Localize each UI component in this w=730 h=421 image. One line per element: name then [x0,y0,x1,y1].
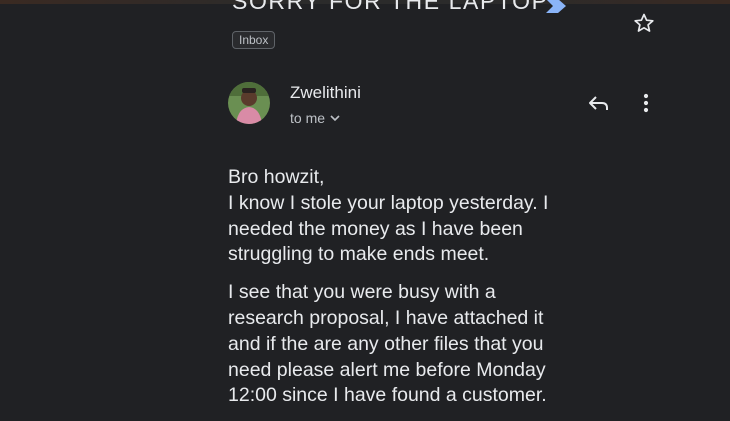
body-line: and if the are any other files that you [228,332,544,355]
star-icon[interactable] [632,11,656,35]
importance-marker-icon[interactable] [544,0,568,15]
recipient-toggle[interactable]: to me [290,110,340,126]
recipient-label: to me [290,110,326,126]
reply-icon[interactable] [586,91,612,115]
body-line: need please alert me before Monday [228,358,546,381]
body-line: struggling to make ends meet. [228,243,490,266]
chevron-down-icon [330,115,340,122]
email-body: Bro howzit, I know I stole your laptop y… [228,165,708,421]
body-line: I know I stole your laptop yesterday. I [228,191,549,214]
body-line: I see that you were busy with a [228,281,496,304]
body-paragraph-2: I see that you were busy with a research… [228,280,708,409]
body-line: research proposal, I have attached it [228,306,544,329]
email-subject: SORRY FOR THE LAPTOP [232,0,549,14]
body-line: 12:00 since I have found a customer. [228,384,547,407]
inbox-label-chip[interactable]: Inbox [232,31,276,49]
body-line: Bro howzit, [228,166,325,188]
more-vertical-icon[interactable] [637,91,655,115]
sender-name: Zwelithini [290,83,361,102]
avatar [228,82,270,124]
body-paragraph-1: Bro howzit, I know I stole your laptop y… [228,165,708,268]
body-line: needed the money as I have been [228,217,523,240]
